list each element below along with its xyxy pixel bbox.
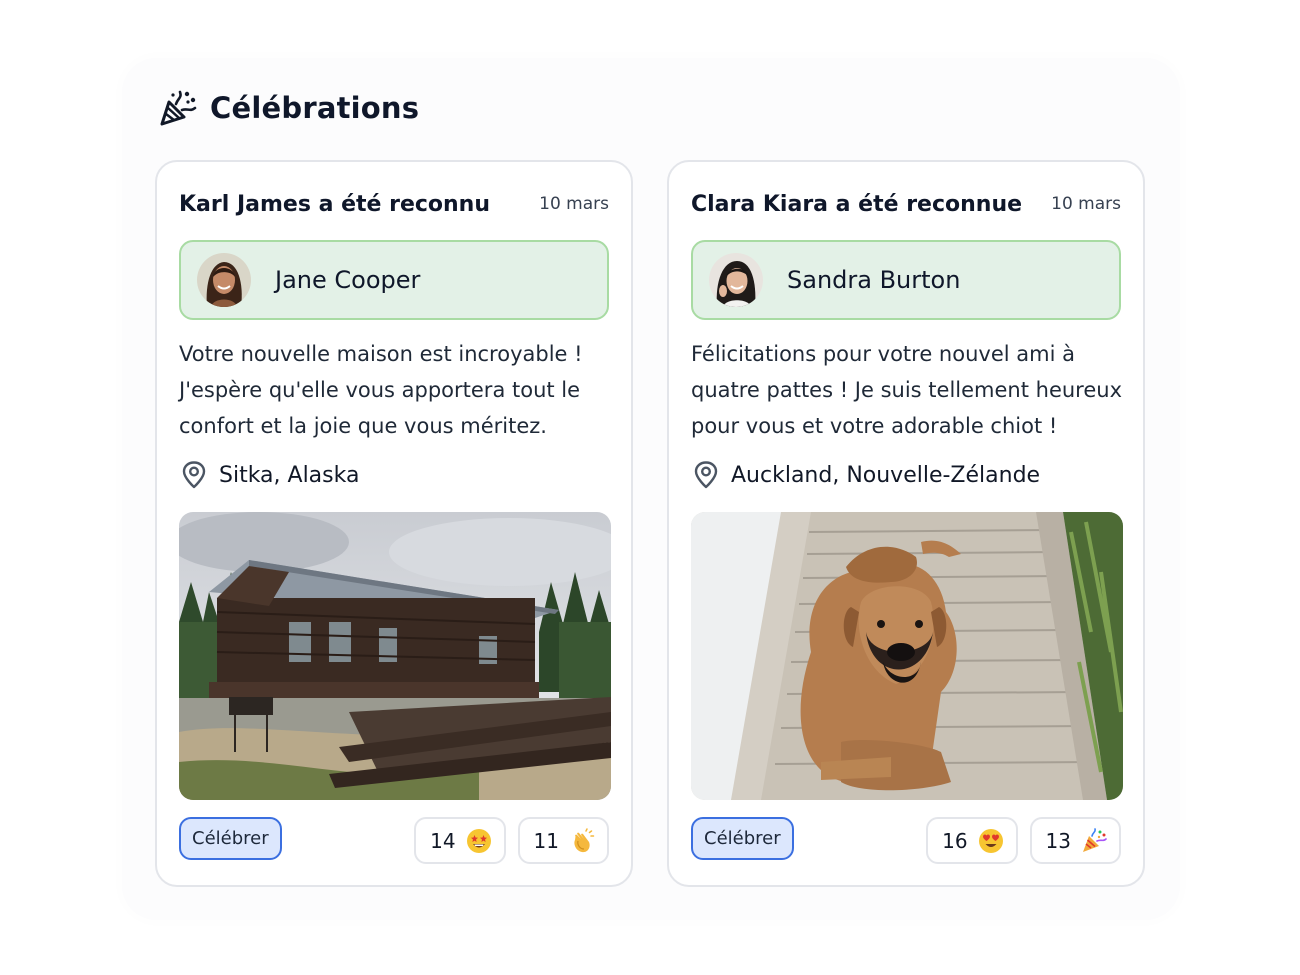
reaction-count: 11 (533, 828, 559, 853)
celebrate-button[interactable]: Célébrer (179, 817, 282, 860)
celebration-photo (691, 512, 1123, 800)
reactions: 16 13 (926, 817, 1121, 864)
reaction-button[interactable]: 13 (1029, 817, 1121, 864)
card-date: 10 mars (539, 194, 609, 214)
location: Auckland, Nouvelle-Zélande (691, 460, 1040, 490)
map-pin-icon (694, 461, 718, 489)
celebration-photo (179, 512, 611, 800)
dog-on-deck-photo (691, 512, 1123, 800)
celebrations-panel: Célébrations Karl James a été reconnu 10… (122, 58, 1180, 920)
reaction-count: 14 (430, 828, 456, 853)
star-struck-emoji-icon (466, 828, 492, 854)
card-header: Clara Kiara a été reconnue 10 mars (691, 188, 1121, 220)
celebrate-button[interactable]: Célébrer (691, 817, 794, 860)
heart-eyes-emoji-icon (978, 828, 1004, 854)
recognized-by-chip[interactable]: Jane Cooper (179, 240, 609, 320)
card-message: Votre nouvelle maison est incroyable ! J… (179, 342, 583, 438)
location: Sitka, Alaska (179, 460, 359, 490)
location-text: Auckland, Nouvelle-Zélande (731, 462, 1041, 488)
map-pin-icon (182, 461, 206, 489)
card-message: Félicitations pour votre nouvel ami à qu… (691, 342, 1123, 438)
panel-title: Célébrations (210, 91, 420, 125)
reaction-count: 13 (1045, 828, 1071, 853)
log-cabin-photo (179, 512, 611, 800)
clapping-hands-emoji-icon (569, 827, 595, 854)
party-popper-icon (160, 90, 197, 126)
reaction-button[interactable]: 11 (517, 817, 609, 864)
location-text: Sitka, Alaska (219, 462, 360, 488)
celebration-card: Karl James a été reconnu 10 mars Jane Co… (155, 160, 633, 887)
panel-header: Célébrations (158, 88, 419, 128)
card-date: 10 mars (1051, 194, 1121, 214)
card-header: Karl James a été reconnu 10 mars (179, 188, 609, 220)
card-title: Clara Kiara a été reconnue (691, 191, 1023, 217)
reactions: 14 11 (414, 817, 609, 864)
recognized-by-chip[interactable]: Sandra Burton (691, 240, 1121, 320)
avatar (709, 253, 763, 307)
person-name: Jane Cooper (275, 266, 421, 294)
avatar-jane-cooper (197, 253, 251, 307)
person-name: Sandra Burton (787, 266, 961, 294)
avatar (197, 253, 251, 307)
reaction-count: 16 (942, 828, 968, 853)
party-popper-emoji-icon (1081, 827, 1107, 854)
reaction-button[interactable]: 14 (414, 817, 506, 864)
card-title: Karl James a été reconnu (179, 191, 491, 217)
celebration-card: Clara Kiara a été reconnue 10 mars Sandr… (667, 160, 1145, 887)
avatar-sandra-burton (709, 253, 763, 307)
reaction-button[interactable]: 16 (926, 817, 1018, 864)
